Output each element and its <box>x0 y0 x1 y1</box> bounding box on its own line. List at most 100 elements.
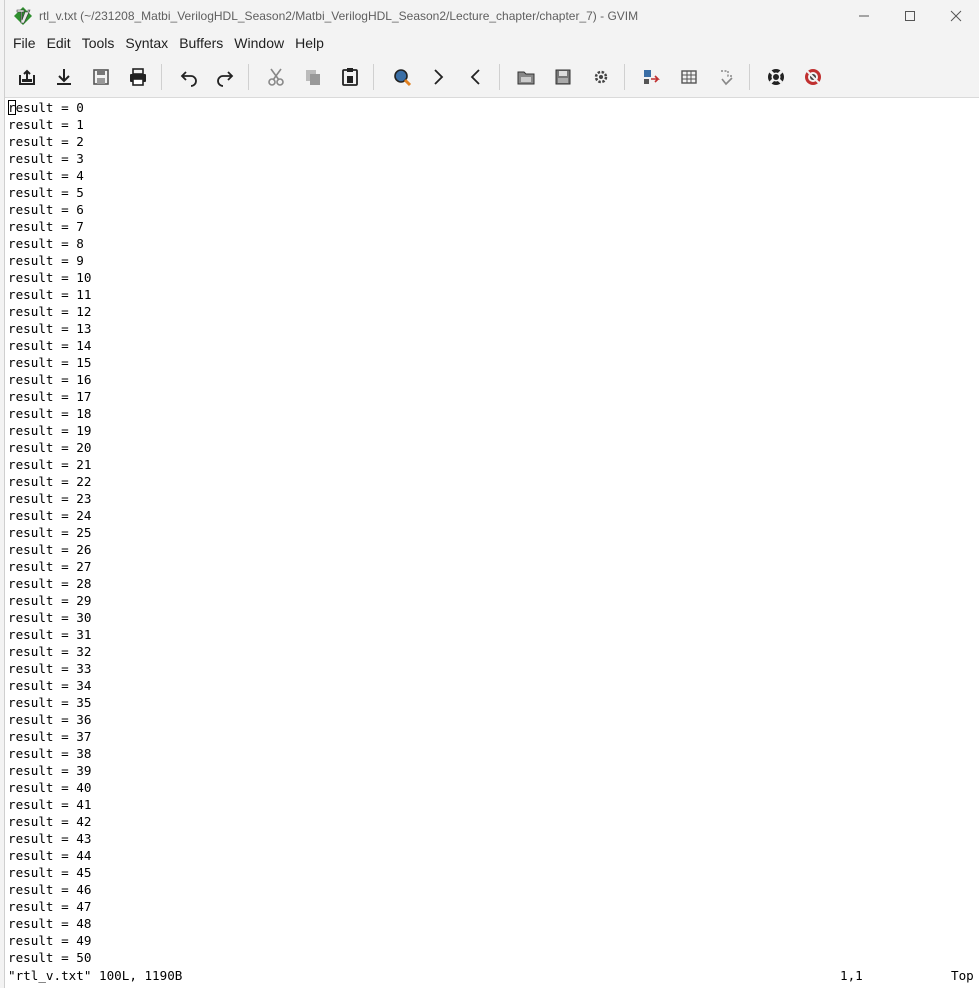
paste-button[interactable] <box>338 65 362 89</box>
window-title: rtl_v.txt (~/231208_Matbi_VerilogHDL_Sea… <box>39 8 639 23</box>
menu-edit[interactable]: Edit <box>42 31 76 56</box>
text-line: result = 40 <box>8 780 92 795</box>
maximize-icon <box>905 10 915 21</box>
redo-icon <box>217 71 234 87</box>
menu-window[interactable]: Window <box>229 31 289 56</box>
toolbar-separator <box>161 64 162 90</box>
text-cursor <box>8 100 16 115</box>
paste-icon <box>342 68 358 86</box>
text-line: result = 9 <box>8 253 84 268</box>
close-icon <box>950 10 962 21</box>
menu-file[interactable]: File <box>8 31 41 56</box>
text-line: result = 24 <box>8 508 92 523</box>
text-line: result = 7 <box>8 219 84 234</box>
text-line: result = 35 <box>8 695 92 710</box>
open-file-icon <box>19 69 35 85</box>
text-line: result = 43 <box>8 831 92 846</box>
load-session-icon <box>517 71 535 85</box>
help-button[interactable] <box>764 65 788 89</box>
text-line: result = 15 <box>8 355 92 370</box>
gvim-icon <box>14 6 32 25</box>
text-line: result = 36 <box>8 712 92 727</box>
text-line: result = 42 <box>8 814 92 829</box>
run-ctags-button[interactable] <box>714 65 738 89</box>
text-line: result = 50 <box>8 950 92 965</box>
minimize-button[interactable] <box>841 0 887 31</box>
text-line: result = 33 <box>8 661 92 676</box>
text-line: result = 47 <box>8 899 92 914</box>
menu-help[interactable]: Help <box>290 31 329 56</box>
text-line: result = 14 <box>8 338 92 353</box>
file-info: "rtl_v.txt" 100L, 1190B <box>8 968 183 983</box>
close-button[interactable] <box>933 0 979 31</box>
cut-button[interactable] <box>264 65 288 89</box>
menu-buffers[interactable]: Buffers <box>174 31 228 56</box>
text-line: result = 27 <box>8 559 92 574</box>
save-session-button[interactable] <box>551 65 575 89</box>
find-next-button[interactable] <box>426 65 450 89</box>
redo-button[interactable] <box>213 65 237 89</box>
cursor-position: 1,1 <box>840 968 863 983</box>
toolbar-separator <box>749 64 750 90</box>
print-icon <box>130 68 146 86</box>
text-line: result = 46 <box>8 882 92 897</box>
save-all-icon <box>93 69 109 85</box>
toolbar-separator <box>248 64 249 90</box>
text-line: result = 6 <box>8 202 84 217</box>
find-previous-icon <box>470 69 480 85</box>
menu-syntax[interactable]: Syntax <box>120 31 173 56</box>
text-line: result = 39 <box>8 763 92 778</box>
open-file-button[interactable] <box>15 65 39 89</box>
maximize-button[interactable] <box>887 0 933 31</box>
text-line: result = 11 <box>8 287 92 302</box>
save-download-icon <box>57 69 71 85</box>
text-line: result = 5 <box>8 185 84 200</box>
menu-bar: File Edit Tools Syntax Buffers Window He… <box>5 31 979 56</box>
menu-tools[interactable]: Tools <box>77 31 120 56</box>
text-line: result = 21 <box>8 457 92 472</box>
text-line: result = 19 <box>8 423 92 438</box>
undo-button[interactable] <box>177 65 201 89</box>
run-script-icon <box>594 70 608 84</box>
gvim-window: rtl_v.txt (~/231208_Matbi_VerilogHDL_Sea… <box>5 0 979 988</box>
cut-icon <box>268 68 284 86</box>
text-line: result = 3 <box>8 151 84 166</box>
toolbar-separator <box>624 64 625 90</box>
save-session-icon <box>555 69 571 85</box>
text-line: result = 8 <box>8 236 84 251</box>
scroll-position: Top <box>951 968 974 983</box>
toolbar <box>5 56 979 98</box>
text-line: result = 0 <box>8 100 84 115</box>
find-help-button[interactable] <box>801 65 825 89</box>
make-icon <box>644 70 660 84</box>
find-replace-button[interactable] <box>390 65 414 89</box>
find-previous-button[interactable] <box>464 65 488 89</box>
text-line: result = 29 <box>8 593 92 608</box>
editor-text-area[interactable]: result = 0 result = 1 result = 2 result = 3… <box>5 99 979 967</box>
text-line: result = 10 <box>8 270 92 285</box>
help-icon <box>768 69 784 85</box>
text-line: result = 31 <box>8 627 92 642</box>
undo-icon <box>180 71 197 87</box>
window-controls <box>841 0 979 31</box>
text-line: result = 18 <box>8 406 92 421</box>
title-bar[interactable]: rtl_v.txt (~/231208_Matbi_VerilogHDL_Sea… <box>5 0 979 31</box>
find-help-icon <box>805 69 821 85</box>
save-all-button[interactable] <box>89 65 113 89</box>
save-download-button[interactable] <box>52 65 76 89</box>
make-button[interactable] <box>639 65 663 89</box>
text-line: result = 34 <box>8 678 92 693</box>
load-session-button[interactable] <box>514 65 538 89</box>
text-line: result = 45 <box>8 865 92 880</box>
text-line: result = 13 <box>8 321 92 336</box>
copy-button[interactable] <box>301 65 325 89</box>
print-button[interactable] <box>126 65 150 89</box>
text-line: result = 41 <box>8 797 92 812</box>
text-line: result = 4 <box>8 168 84 183</box>
text-line: result = 23 <box>8 491 92 506</box>
text-line: result = 49 <box>8 933 92 948</box>
run-script-button[interactable] <box>589 65 613 89</box>
text-line: result = 32 <box>8 644 92 659</box>
run-ctags-icon <box>721 70 733 86</box>
shell-button[interactable] <box>677 65 701 89</box>
